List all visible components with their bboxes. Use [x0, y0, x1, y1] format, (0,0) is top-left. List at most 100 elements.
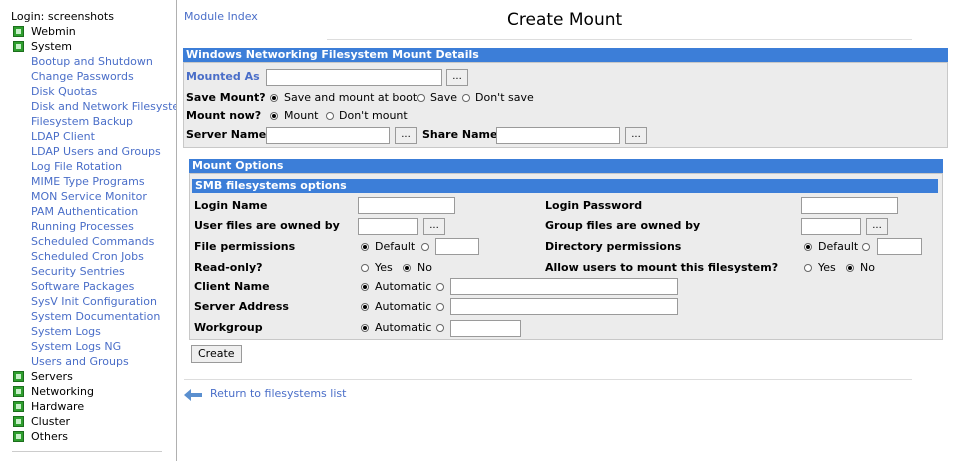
category-label: Webmin	[31, 25, 76, 38]
sidebar-item-change-passwords[interactable]: Change Passwords	[11, 69, 176, 84]
share-name-input[interactable]	[496, 127, 620, 144]
read-only-yes-radio[interactable]	[361, 264, 369, 272]
mounted-as-input[interactable]	[266, 69, 442, 86]
save-mount-save-label: Save	[430, 91, 458, 104]
category-label: Servers	[31, 370, 73, 383]
server-address-custom-radio[interactable]	[436, 303, 444, 311]
back-arrow-icon	[184, 388, 202, 401]
file-perm-default-label: Default	[375, 240, 416, 253]
share-name-browse-button[interactable]: ...	[625, 127, 647, 144]
share-name-label: Share Name	[422, 128, 498, 141]
user-files-owned-label: User files are owned by	[194, 219, 340, 232]
return-to-filesystems-link[interactable]: Return to filesystems list	[210, 387, 346, 400]
sidebar-item-running-processes[interactable]: Running Processes	[11, 219, 176, 234]
user-files-owner-input[interactable]	[358, 218, 418, 235]
create-button[interactable]: Create	[191, 345, 242, 363]
file-perm-input[interactable]	[435, 238, 479, 255]
sidebar-item-ldap-client[interactable]: LDAP Client	[11, 129, 176, 144]
footer-divider	[184, 379, 912, 380]
save-mount-label: Save Mount?	[186, 91, 266, 104]
group-files-owner-input[interactable]	[801, 218, 861, 235]
sidebar-item-system-docs[interactable]: System Documentation	[11, 309, 176, 324]
server-name-browse-button[interactable]: ...	[395, 127, 417, 144]
category-system[interactable]: System	[11, 39, 176, 54]
file-perm-default-radio[interactable]	[361, 243, 369, 251]
workgroup-custom-radio[interactable]	[436, 324, 444, 332]
sidebar-item-software-packages[interactable]: Software Packages	[11, 279, 176, 294]
module-index-link[interactable]: Module Index	[184, 10, 258, 23]
server-name-input[interactable]	[266, 127, 390, 144]
login-name-label: Login Name	[194, 199, 268, 212]
mount-now-label: Mount now?	[186, 109, 262, 122]
sidebar-item-disk-network-fs[interactable]: Disk and Network Filesystems	[11, 99, 176, 114]
main-content: Module Index Create Mount Windows Networ…	[177, 0, 960, 461]
details-section-header: Windows Networking Filesystem Mount Deta…	[183, 48, 948, 62]
login-password-input[interactable]	[801, 197, 898, 214]
category-hardware[interactable]: Hardware	[11, 399, 176, 414]
sidebar-item-pam[interactable]: PAM Authentication	[11, 204, 176, 219]
login-name-input[interactable]	[358, 197, 455, 214]
category-label: Hardware	[31, 400, 85, 413]
dir-perm-input[interactable]	[877, 238, 922, 255]
sidebar-item-sysv-init[interactable]: SysV Init Configuration	[11, 294, 176, 309]
client-name-input[interactable]	[450, 278, 678, 295]
category-cluster[interactable]: Cluster	[11, 414, 176, 429]
server-address-input[interactable]	[450, 298, 678, 315]
sidebar: Login: screenshots Webmin System Bootup …	[0, 0, 177, 461]
mounted-as-browse-button[interactable]: ...	[446, 69, 468, 86]
allow-mount-yes-radio[interactable]	[804, 264, 812, 272]
server-address-auto-radio[interactable]	[361, 303, 369, 311]
user-files-owner-browse-button[interactable]: ...	[423, 218, 445, 235]
allow-mount-no-radio[interactable]	[846, 264, 854, 272]
sidebar-item-mon-service[interactable]: MON Service Monitor	[11, 189, 176, 204]
sidebar-item-scheduled-commands[interactable]: Scheduled Commands	[11, 234, 176, 249]
category-others[interactable]: Others	[11, 429, 176, 444]
dir-perm-default-radio[interactable]	[804, 243, 812, 251]
sidebar-item-security-sentries[interactable]: Security Sentries	[11, 264, 176, 279]
server-address-auto-label: Automatic	[375, 300, 432, 313]
category-networking[interactable]: Networking	[11, 384, 176, 399]
mount-options-header: Mount Options	[189, 159, 943, 173]
read-only-yes-label: Yes	[375, 261, 393, 274]
sidebar-item-scheduled-cron[interactable]: Scheduled Cron Jobs	[11, 249, 176, 264]
sidebar-item-filesystem-backup[interactable]: Filesystem Backup	[11, 114, 176, 129]
page-title: Create Mount	[507, 10, 623, 30]
client-name-auto-label: Automatic	[375, 280, 432, 293]
sidebar-item-system-logs-ng[interactable]: System Logs NG	[11, 339, 176, 354]
sidebar-item-mime-types[interactable]: MIME Type Programs	[11, 174, 176, 189]
sidebar-item-system-logs[interactable]: System Logs	[11, 324, 176, 339]
return-link-wrap[interactable]: Return to filesystems list	[184, 387, 346, 401]
read-only-no-label: No	[417, 261, 432, 274]
save-mount-save-radio[interactable]	[417, 94, 425, 102]
dir-perm-custom-radio[interactable]	[862, 243, 870, 251]
allow-mount-no-label: No	[860, 261, 875, 274]
file-perm-custom-radio[interactable]	[421, 243, 429, 251]
workgroup-auto-radio[interactable]	[361, 324, 369, 332]
workgroup-auto-label: Automatic	[375, 321, 432, 334]
category-label: Networking	[31, 385, 94, 398]
category-servers[interactable]: Servers	[11, 369, 176, 384]
mounted-as-label[interactable]: Mounted As	[186, 68, 260, 86]
sidebar-divider	[12, 451, 162, 452]
server-name-label: Server Name	[186, 128, 267, 141]
mount-now-mount-radio[interactable]	[270, 112, 278, 120]
client-name-auto-radio[interactable]	[361, 283, 369, 291]
save-mount-boot-radio[interactable]	[270, 94, 278, 102]
save-mount-dont-radio[interactable]	[462, 94, 470, 102]
group-files-owner-browse-button[interactable]: ...	[866, 218, 888, 235]
mount-now-mount-label: Mount	[284, 109, 319, 122]
sidebar-item-users-groups[interactable]: Users and Groups	[11, 354, 176, 369]
category-expand-icon	[13, 431, 24, 442]
mount-now-dont-radio[interactable]	[326, 112, 334, 120]
category-label: Others	[31, 430, 68, 443]
allow-mount-yes-label: Yes	[818, 261, 836, 274]
sidebar-item-ldap-users[interactable]: LDAP Users and Groups	[11, 144, 176, 159]
sidebar-item-log-rotation[interactable]: Log File Rotation	[11, 159, 176, 174]
sidebar-item-disk-quotas[interactable]: Disk Quotas	[11, 84, 176, 99]
category-expand-icon	[13, 26, 24, 37]
sidebar-item-bootup[interactable]: Bootup and Shutdown	[11, 54, 176, 69]
category-webmin[interactable]: Webmin	[11, 24, 176, 39]
read-only-no-radio[interactable]	[403, 264, 411, 272]
workgroup-input[interactable]	[450, 320, 521, 337]
client-name-custom-radio[interactable]	[436, 283, 444, 291]
